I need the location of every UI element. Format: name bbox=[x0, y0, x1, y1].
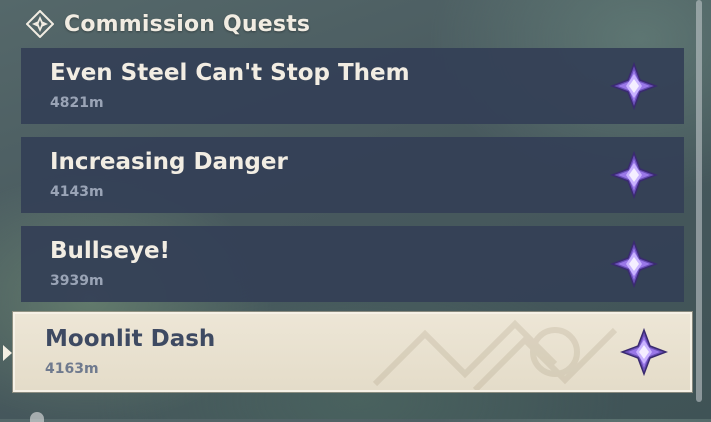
selection-pointer-icon bbox=[3, 345, 12, 361]
next-item-peek bbox=[30, 412, 44, 422]
decorative-pattern bbox=[372, 319, 618, 390]
commission-star-icon bbox=[610, 151, 658, 199]
commission-star-icon bbox=[620, 328, 668, 376]
commission-star-icon bbox=[610, 62, 658, 110]
quest-item-even-steel[interactable]: Even Steel Can't Stop Them 4821m bbox=[21, 48, 684, 124]
quest-name: Bullseye! bbox=[50, 238, 171, 264]
quest-item-increasing-danger[interactable]: Increasing Danger 4143m bbox=[21, 137, 684, 213]
quest-name: Even Steel Can't Stop Them bbox=[50, 60, 410, 86]
quest-distance: 4163m bbox=[45, 361, 99, 377]
commission-diamond-icon bbox=[26, 10, 54, 38]
panel-title: Commission Quests bbox=[64, 11, 311, 37]
quest-distance: 3939m bbox=[50, 273, 104, 289]
commission-star-icon bbox=[610, 240, 658, 288]
quest-name: Increasing Danger bbox=[50, 149, 288, 175]
quest-name: Moonlit Dash bbox=[45, 326, 216, 352]
commission-quests-panel: Commission Quests Even Steel Can't Stop … bbox=[0, 0, 711, 422]
quest-distance: 4821m bbox=[50, 95, 104, 111]
panel-header: Commission Quests bbox=[26, 8, 310, 40]
quest-item-bullseye[interactable]: Bullseye! 3939m bbox=[21, 226, 684, 302]
quest-distance: 4143m bbox=[50, 184, 104, 200]
scrollbar[interactable] bbox=[696, 0, 702, 402]
quest-item-moonlit-dash[interactable]: Moonlit Dash 4163m bbox=[13, 312, 692, 392]
